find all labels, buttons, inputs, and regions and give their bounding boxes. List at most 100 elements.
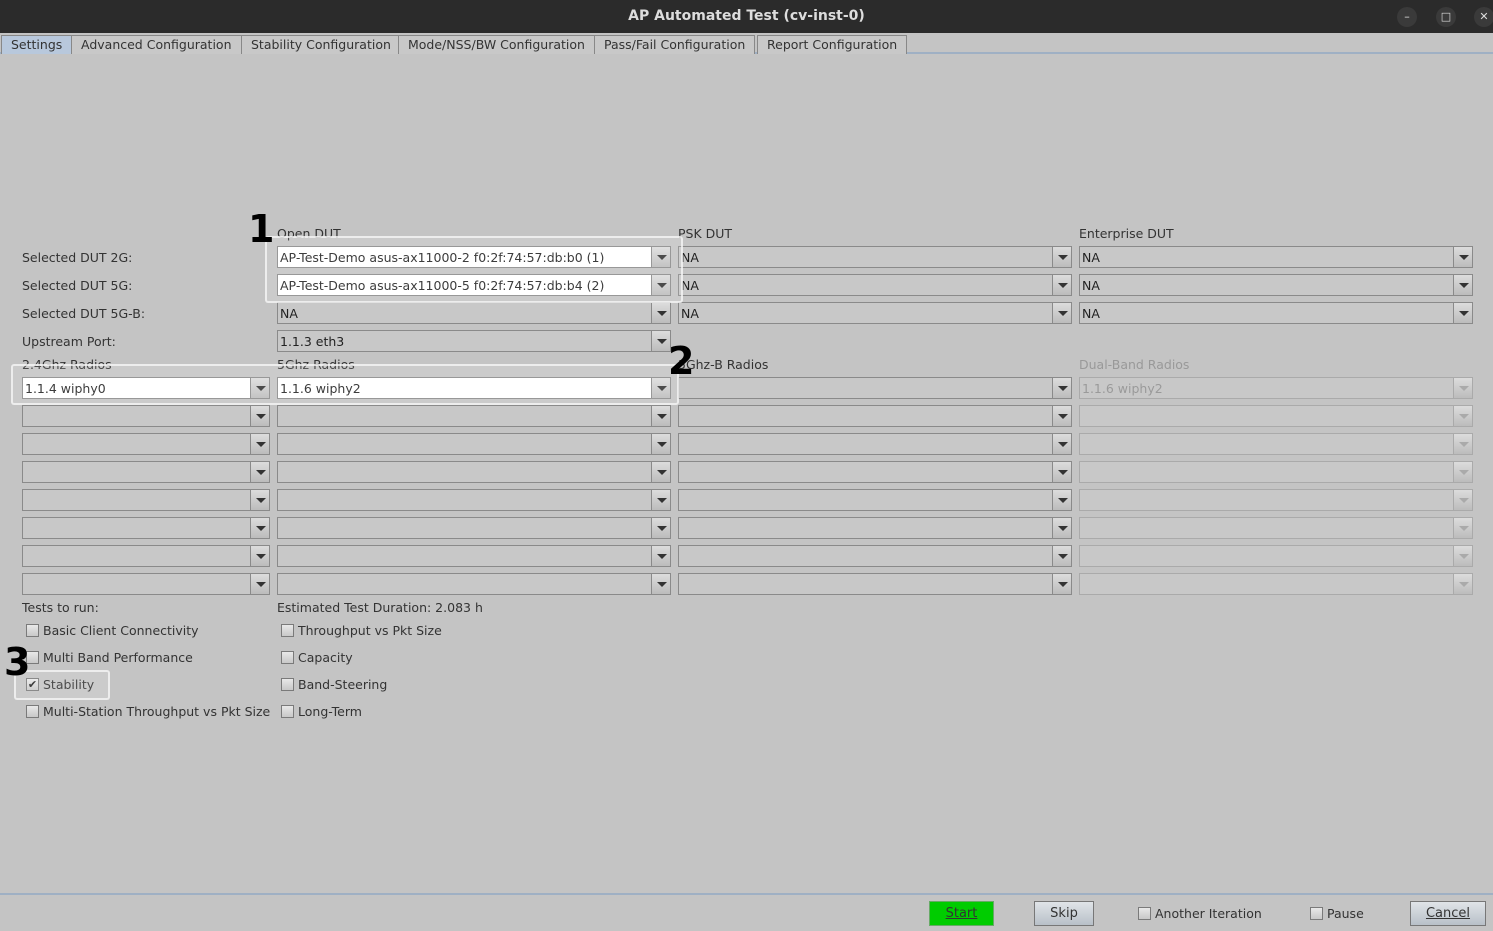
test-checkbox[interactable]: Throughput vs Pkt Size [281, 623, 442, 638]
radio-select[interactable] [277, 573, 671, 595]
test-checkbox[interactable]: Basic Client Connectivity [26, 623, 199, 638]
chevron-down-icon[interactable] [651, 406, 670, 426]
chevron-down-icon[interactable] [1052, 247, 1071, 267]
radio-select[interactable] [277, 545, 671, 567]
radio-select[interactable] [277, 517, 671, 539]
chevron-down-icon[interactable] [250, 546, 269, 566]
radio-select[interactable] [678, 433, 1072, 455]
chevron-down-icon[interactable] [250, 518, 269, 538]
radio-select[interactable] [678, 377, 1072, 399]
checkbox-box [1310, 907, 1323, 920]
start-button[interactable]: Start [929, 901, 994, 926]
chevron-down-icon[interactable] [1052, 574, 1071, 594]
minimize-button[interactable]: – [1397, 7, 1417, 27]
radio-select[interactable] [678, 405, 1072, 427]
test-checkbox[interactable]: Band-Steering [281, 677, 387, 692]
close-button[interactable]: ✕ [1474, 7, 1493, 27]
radio-select[interactable] [22, 517, 270, 539]
tab-report-configuration[interactable]: Report Configuration [757, 35, 908, 54]
selected-value: 1.1.3 eth3 [280, 334, 345, 349]
chevron-down-icon[interactable] [1453, 303, 1472, 323]
tab-bar: Settings Advanced Configuration Stabilit… [0, 34, 1493, 54]
radio-select[interactable] [678, 517, 1072, 539]
test-label: Basic Client Connectivity [43, 623, 199, 638]
radio-select[interactable] [678, 545, 1072, 567]
radio-select[interactable] [678, 461, 1072, 483]
radio-select[interactable] [22, 545, 270, 567]
annotation-1: 1 [248, 207, 275, 251]
skip-button[interactable]: Skip [1034, 901, 1094, 926]
radio-select[interactable] [22, 433, 270, 455]
chevron-down-icon[interactable] [651, 518, 670, 538]
chevron-down-icon[interactable] [651, 546, 670, 566]
test-checkbox[interactable]: Long-Term [281, 704, 362, 719]
tab-mode-nss-bw-configuration[interactable]: Mode/NSS/BW Configuration [398, 35, 595, 54]
dut-select[interactable]: NA [1079, 274, 1473, 296]
chevron-down-icon[interactable] [651, 303, 670, 323]
chevron-down-icon[interactable] [1052, 434, 1071, 454]
checkbox-box [281, 705, 294, 718]
chevron-down-icon[interactable] [250, 406, 269, 426]
chevron-down-icon[interactable] [651, 490, 670, 510]
chevron-down-icon[interactable] [1052, 275, 1071, 295]
selected-value: NA [1082, 306, 1100, 321]
tab-advanced-configuration[interactable]: Advanced Configuration [71, 35, 242, 54]
radio-select[interactable] [22, 573, 270, 595]
selected-value: NA [681, 278, 699, 293]
row-label: Selected DUT 5G-B: [22, 306, 146, 321]
chevron-down-icon[interactable] [651, 434, 670, 454]
chevron-down-icon[interactable] [1052, 303, 1071, 323]
chevron-down-icon[interactable] [1453, 275, 1472, 295]
cancel-button[interactable]: Cancel [1410, 901, 1486, 926]
tab-stability-configuration[interactable]: Stability Configuration [241, 35, 401, 54]
chevron-down-icon[interactable] [1052, 406, 1071, 426]
checkbox-box [281, 678, 294, 691]
dut-select[interactable]: NA [1079, 302, 1473, 324]
radio-select[interactable] [277, 489, 671, 511]
dut-select[interactable]: NA [678, 274, 1072, 296]
chevron-down-icon[interactable] [250, 462, 269, 482]
dut-select[interactable]: NA [678, 302, 1072, 324]
upstream-port-select[interactable]: 1.1.3 eth3 [277, 330, 671, 352]
chevron-down-icon[interactable] [1052, 546, 1071, 566]
chevron-down-icon[interactable] [1052, 518, 1071, 538]
test-checkbox[interactable]: Capacity [281, 650, 353, 665]
radio-select[interactable] [22, 461, 270, 483]
chevron-down-icon[interactable] [1052, 490, 1071, 510]
upstream-port-label: Upstream Port: [22, 334, 116, 349]
radio-select[interactable] [678, 573, 1072, 595]
tab-pass-fail-configuration[interactable]: Pass/Fail Configuration [594, 35, 756, 54]
radio-select [1079, 489, 1473, 511]
radio-select[interactable] [22, 489, 270, 511]
pause-checkbox[interactable]: Pause [1310, 906, 1364, 921]
chevron-down-icon [1453, 378, 1472, 398]
tab-settings[interactable]: Settings [1, 35, 73, 54]
chevron-down-icon[interactable] [651, 462, 670, 482]
dut-select[interactable]: NA [1079, 246, 1473, 268]
dut-select[interactable]: NA [277, 302, 671, 324]
test-label: Multi-Station Throughput vs Pkt Size [43, 704, 271, 719]
test-checkbox[interactable]: Multi Band Performance [26, 650, 193, 665]
radio-select[interactable] [277, 433, 671, 455]
start-label: Start [945, 906, 978, 921]
chevron-down-icon[interactable] [1052, 378, 1071, 398]
another-iteration-checkbox[interactable]: Another Iteration [1138, 906, 1262, 921]
window-title: AP Automated Test (cv-inst-0) [628, 8, 865, 24]
chevron-down-icon[interactable] [1453, 247, 1472, 267]
radio-select[interactable] [678, 489, 1072, 511]
checkbox-box [1138, 907, 1151, 920]
maximize-button[interactable]: □ [1436, 7, 1456, 27]
chevron-down-icon[interactable] [250, 434, 269, 454]
radio-select[interactable] [277, 405, 671, 427]
chevron-down-icon[interactable] [651, 574, 670, 594]
row-label: Selected DUT 2G: [22, 250, 133, 265]
dut-select[interactable]: NA [678, 246, 1072, 268]
chevron-down-icon[interactable] [250, 574, 269, 594]
test-checkbox[interactable]: Multi-Station Throughput vs Pkt Size [26, 704, 270, 719]
radio-select[interactable] [22, 405, 270, 427]
footer-divider [0, 893, 1493, 895]
chevron-down-icon[interactable] [250, 490, 269, 510]
radio-select[interactable] [277, 461, 671, 483]
chevron-down-icon[interactable] [1052, 462, 1071, 482]
highlight-box-1 [265, 236, 683, 303]
